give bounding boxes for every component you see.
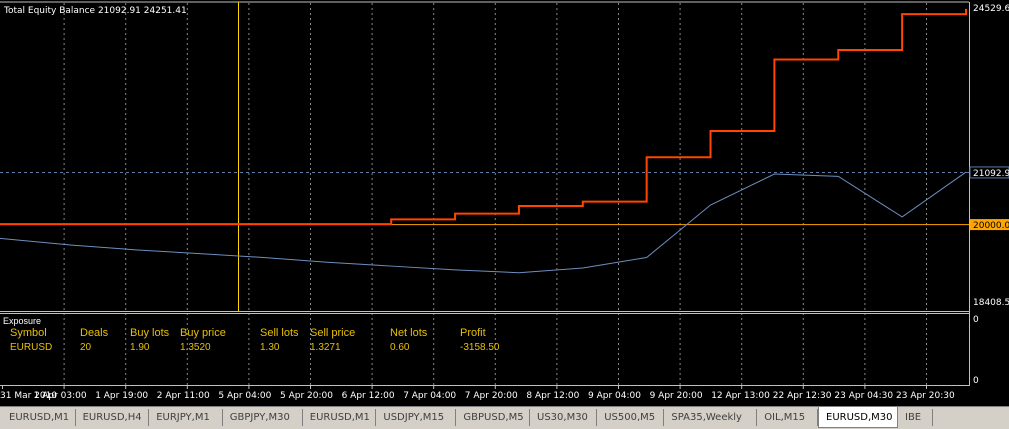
chart-tab[interactable]: EURUSD,M1 [303, 409, 377, 426]
time-tick-label: 6 Apr 12:00 [342, 391, 395, 401]
time-tick-label: 12 Apr 13:00 [711, 391, 770, 401]
time-tick-label: 1 Apr 03:00 [34, 391, 87, 401]
time-tick-label: 23 Apr 04:30 [834, 391, 893, 401]
header-buy-lots: Buy lots [130, 327, 170, 339]
chart-tab[interactable]: EURUSD,H4 [76, 409, 150, 426]
exposure-axis-bottom: 0 [973, 376, 979, 386]
chart-tab[interactable]: EURJPY,M1 [149, 409, 223, 426]
time-tick-label: 7 Apr 04:00 [403, 391, 456, 401]
chart-tab-bar: EURUSD,M1 EURUSD,H4 EURJPY,M1 GBPJPY,M30 EUR… [0, 406, 1009, 429]
chart-tab[interactable]: GBPJPY,M30 [223, 409, 303, 426]
chart-tab[interactable]: GBPUSD,M5 [456, 409, 530, 426]
time-tick-label: 8 Apr 12:00 [526, 391, 579, 401]
time-tick-label: 1 Apr 19:00 [95, 391, 148, 401]
exposure-title: Exposure [3, 316, 42, 326]
header-net-lots: Net lots [390, 327, 428, 339]
cell-net-lots: 0.60 [390, 342, 410, 353]
time-tick-label: 22 Apr 12:30 [773, 391, 832, 401]
header-buy-price: Buy price [180, 327, 226, 339]
header-sell-price: Sell price [310, 327, 356, 339]
time-tick-label: 9 Apr 20:00 [650, 391, 703, 401]
price-label-top: 24529.64 [973, 4, 1009, 14]
chart-tab[interactable]: EURUSD,M1 [2, 409, 76, 426]
chart-title: Total Equity Balance 21092.91 24251.41 [3, 6, 187, 16]
time-tick-label: 5 Apr 20:00 [280, 391, 333, 401]
header-symbol: Symbol [10, 327, 47, 339]
price-label-bottom: 18408.59 [973, 298, 1009, 308]
exposure-axis-top: 0 [973, 315, 979, 325]
cell-buy-lots: 1.90 [130, 342, 150, 353]
cell-sell-lots: 1.30 [260, 342, 280, 353]
cell-symbol: EURUSD [10, 342, 53, 353]
header-deals: Deals [80, 327, 109, 339]
time-tick-label: 5 Apr 04:00 [218, 391, 271, 401]
price-label-current: 21092.9 [973, 169, 1009, 179]
chart-tab[interactable]: SPA35,Weekly [664, 409, 758, 426]
time-tick-label: 23 Apr 20:30 [896, 391, 955, 401]
time-tick-label: 2 Apr 11:00 [157, 391, 210, 401]
cell-profit: -3158.50 [460, 342, 500, 353]
cell-buy-price: 1.3520 [180, 342, 211, 353]
chart-tab[interactable]: US500,M5 [597, 409, 665, 426]
cell-sell-price: 1.3271 [310, 342, 341, 353]
chart-tab[interactable]: OIL,M15 [757, 409, 818, 426]
chart-tab[interactable]: US30,M30 [530, 409, 598, 426]
chart-tab[interactable]: USDJPY,M15 [376, 409, 457, 426]
header-sell-lots: Sell lots [260, 327, 299, 339]
chart-tab[interactable]: EURUSD,M30 [818, 407, 898, 428]
time-tick-label: 7 Apr 20:00 [465, 391, 518, 401]
equity-chart: Total Equity Balance 21092.91 24251.41 2… [0, 0, 1009, 406]
chart-tab[interactable]: IBE [898, 409, 934, 426]
header-profit: Profit [460, 327, 486, 339]
cell-deals: 20 [80, 342, 92, 353]
price-label-deposit: 20000.00 [973, 221, 1009, 231]
time-tick-label: 9 Apr 04:00 [588, 391, 641, 401]
